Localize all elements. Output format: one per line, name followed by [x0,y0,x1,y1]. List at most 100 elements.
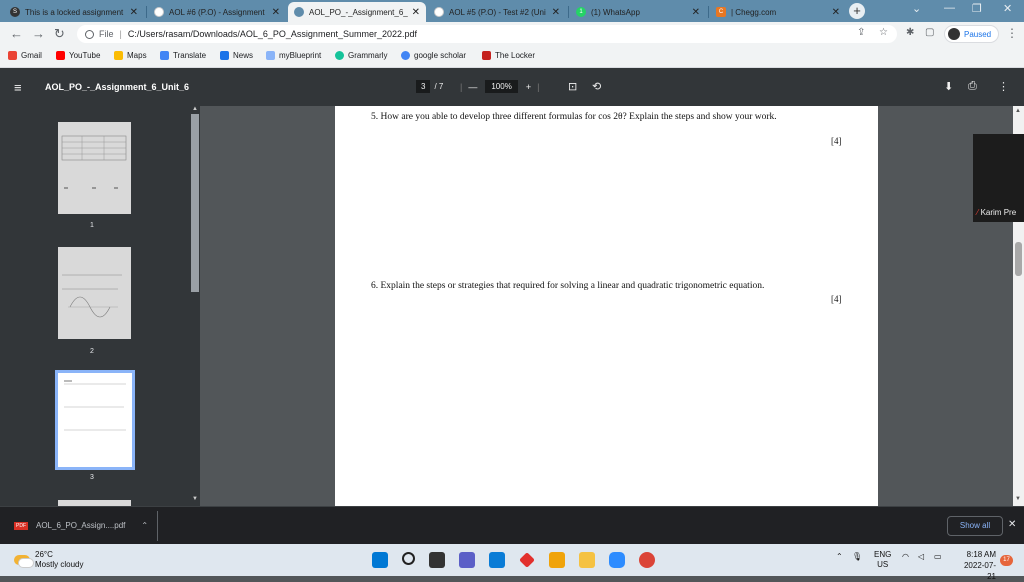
task-view-icon[interactable] [429,552,445,568]
minimize-icon[interactable]: — [944,2,955,14]
close-icon[interactable]: ✕ [412,7,420,18]
office-icon[interactable] [519,552,535,568]
zoom-out-icon[interactable]: — [468,82,477,92]
tab-search-icon[interactable]: ⌄ [912,2,921,15]
bookmark-myblueprint[interactable]: myBlueprint [266,51,321,60]
chevron-up-icon[interactable]: ⌃ [836,552,843,561]
video-call-overlay[interactable]: ⁄ Karim Pre [973,134,1024,222]
participant-name: ⁄ Karim Pre [977,208,1016,217]
rotate-icon[interactable]: ⟲ [592,80,601,93]
volume-icon[interactable]: ◁ [918,552,924,561]
page-total: / 7 [434,82,444,91]
new-tab-button[interactable]: + [849,3,865,19]
download-item[interactable]: PDF AOL_6_PO_Assign....pdf ⌃ [14,521,148,530]
zoom-input[interactable]: 100% [485,80,518,93]
tab-title: This is a locked assignment [25,7,124,17]
teams-icon[interactable] [459,552,475,568]
download-icon[interactable]: ⬇ [944,80,953,93]
scroll-down-icon[interactable]: ▼ [1015,496,1021,502]
thumbnail-label: 2 [90,348,94,355]
file-explorer-icon[interactable] [579,552,595,568]
tab-aol5-test[interactable]: AOL #5 (P.O) - Test #2 (Uni ✕ [428,2,566,22]
more-options-icon[interactable]: ⋮ [998,80,1009,93]
bookmark-translate[interactable]: Translate [160,51,206,60]
extensions-icon[interactable]: ✱ [906,27,914,38]
notification-badge[interactable]: 17 [1000,555,1013,566]
sidebar-scrollbar[interactable]: ▲ ▼ [190,106,200,506]
bookmark-youtube[interactable]: YouTube [56,51,100,60]
document-title: AOL_PO_-_Assignment_6_Unit_6 [45,82,190,92]
scrollbar-thumb[interactable] [191,114,199,292]
bookmark-maps[interactable]: Maps [114,51,147,60]
start-icon[interactable] [372,552,388,568]
language-indicator[interactable]: ENG US [874,550,891,570]
show-all-button[interactable]: Show all [947,516,1003,536]
share-icon[interactable]: ⇪ [857,27,865,38]
clock[interactable]: 8:18 AM 2022-07-21 [956,549,996,582]
page-number-input[interactable]: 3 [416,80,431,93]
bookmark-star-icon[interactable]: ☆ [879,27,888,38]
thumbnail-sidebar: 1 2 3 [0,106,200,506]
page-thumbnail-2[interactable] [58,247,131,339]
profile-button[interactable]: Paused [944,25,1000,43]
scroll-up-icon[interactable]: ▲ [1015,108,1021,114]
tab-whatsapp[interactable]: 1 (1) WhatsApp ✕ [570,2,706,22]
close-icon[interactable]: ✕ [552,7,560,18]
search-icon[interactable] [402,552,415,565]
thumbnail-preview [62,274,122,318]
browser-menu-icon[interactable]: ⋮ [1006,26,1018,40]
close-icon[interactable]: ✕ [1008,519,1016,530]
scroll-up-icon[interactable]: ▲ [192,106,198,112]
keyboard-layout: US [877,560,889,569]
time: 8:18 AM [966,550,996,559]
back-icon[interactable]: ← [10,26,23,41]
mail-icon[interactable] [489,552,505,568]
scroll-down-icon[interactable]: ▼ [192,496,198,502]
zoom-icon[interactable] [609,552,625,568]
restore-icon[interactable]: ❐ [972,2,982,15]
bookmark-news[interactable]: News [220,51,253,60]
wifi-icon[interactable]: ◠ [902,552,909,561]
chrome-icon[interactable] [639,552,655,568]
bookmark-google-scholar[interactable]: google scholar [401,51,466,60]
bookmark-grammarly[interactable]: Grammarly [335,51,388,60]
url-text[interactable]: C:/Users/rasam/Downloads/AOL_6_PO_Assign… [128,29,417,39]
print-icon[interactable]: ⎙ [968,80,977,93]
page-thumbnail-1[interactable] [58,122,131,214]
chevron-up-icon[interactable]: ⌃ [141,521,148,530]
close-window-icon[interactable]: ✕ [1003,2,1012,15]
participant-label: Karim Pre [980,208,1017,217]
weather-condition: Mostly cloudy [35,560,84,569]
bookmark-label: The Locker [495,51,536,60]
question-6-marks: [4] [831,294,842,304]
close-icon[interactable]: ✕ [832,7,840,18]
store-icon[interactable] [549,552,565,568]
close-icon[interactable]: ✕ [272,7,280,18]
bookmark-the-locker[interactable]: The Locker [482,51,535,60]
zoom-in-icon[interactable]: + [526,82,531,92]
bookmark-gmail[interactable]: Gmail [8,51,42,60]
download-filename: AOL_6_PO_Assign....pdf [36,521,126,530]
tab-locked-assignment[interactable]: S This is a locked assignment ✕ [4,2,144,22]
weather-widget[interactable]: 26°C Mostly cloudy [14,550,83,570]
side-panel-icon[interactable]: ▢ [925,27,934,38]
chegg-icon: C [716,7,726,17]
page-indicator: 3 / 7 [416,80,443,93]
address-bar[interactable]: File | C:/Users/rasam/Downloads/AOL_6_PO… [77,25,897,43]
tab-chegg[interactable]: C | Chegg.com ✕ [710,2,846,22]
scrollbar-thumb[interactable] [1015,242,1022,276]
close-icon[interactable]: ✕ [130,7,138,18]
info-icon[interactable] [85,29,94,39]
divider: | [537,81,540,92]
tab-aol6-assignment[interactable]: AOL #6 (P.O) - Assignment ✕ [148,2,286,22]
battery-icon[interactable]: ▭ [934,552,942,561]
fit-page-icon[interactable]: ⊡ [568,80,577,93]
reload-icon[interactable]: ↻ [54,26,65,42]
page-thumbnail-3[interactable] [55,370,135,470]
forward-icon[interactable]: → [32,26,45,41]
tab-aol-po-assignment[interactable]: AOL_PO_-_Assignment_6_U ✕ [288,2,426,22]
weather-icon [14,555,34,568]
microphone-icon[interactable]: 🎙 [852,552,862,561]
menu-icon[interactable]: ≡ [14,80,22,95]
close-icon[interactable]: ✕ [692,7,700,18]
